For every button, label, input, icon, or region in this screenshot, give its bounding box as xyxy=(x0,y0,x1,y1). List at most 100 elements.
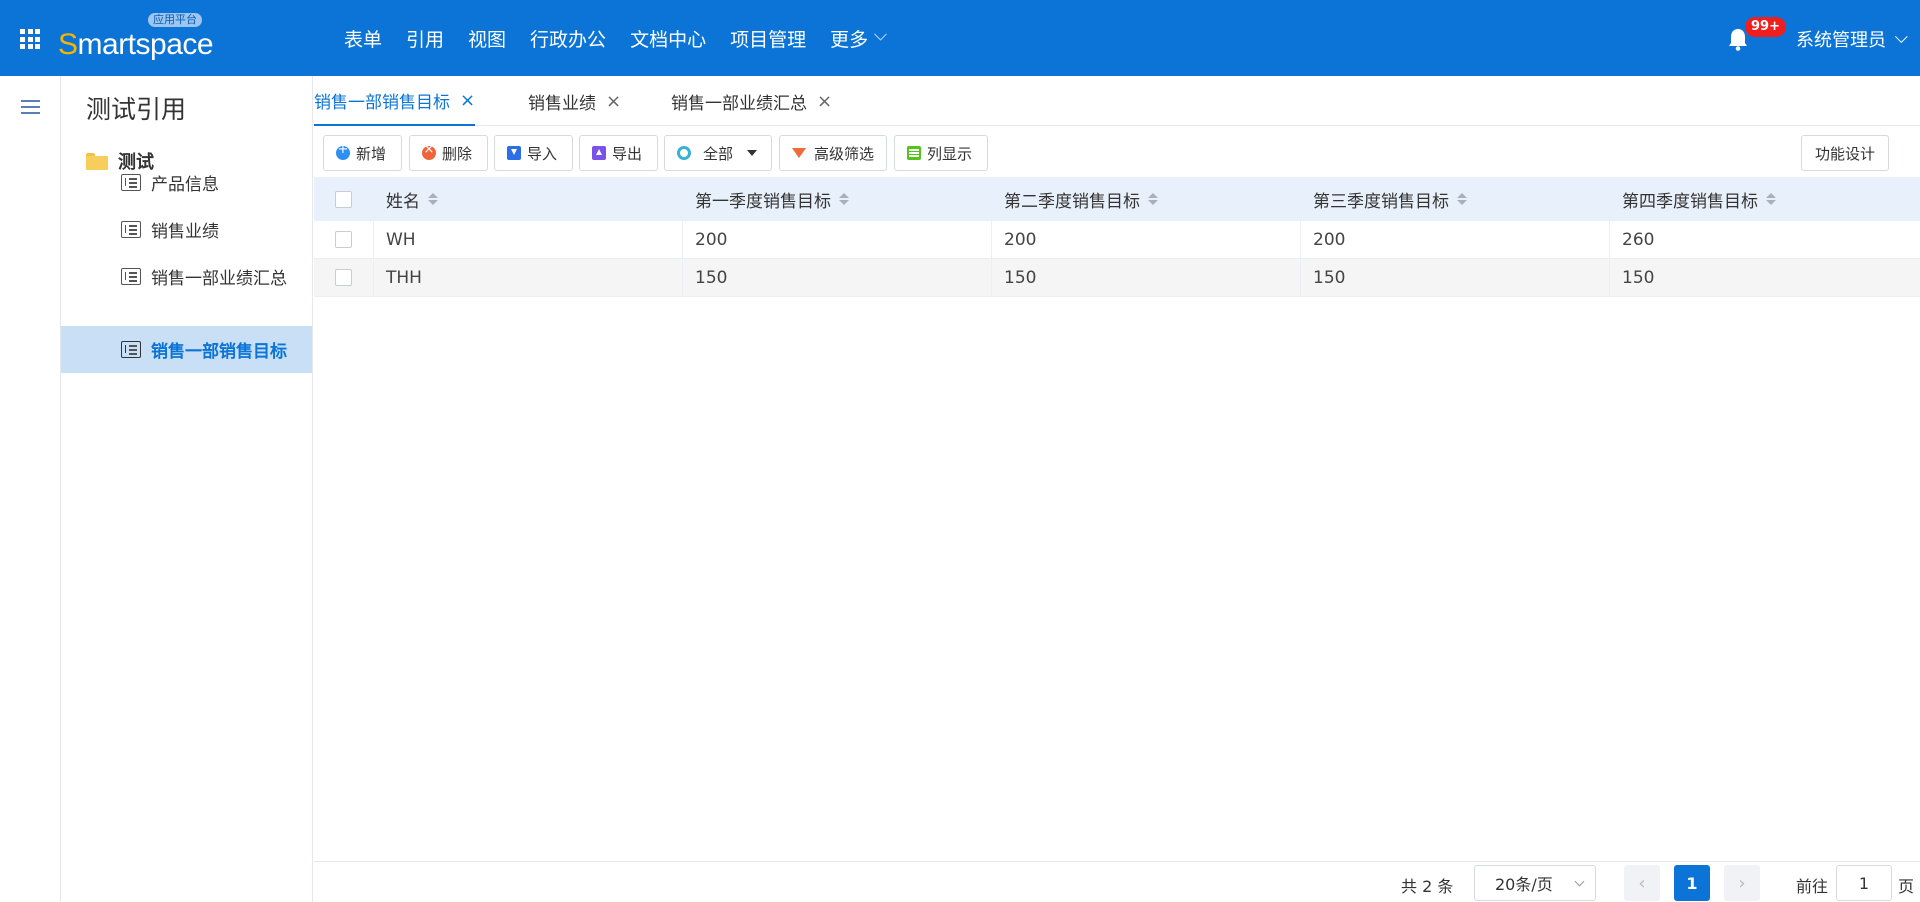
add-button[interactable]: 新增 xyxy=(323,135,402,171)
row-checkbox[interactable] xyxy=(335,231,352,248)
import-label: 导入 xyxy=(527,144,558,163)
sort-icon[interactable] xyxy=(839,193,849,205)
page-size-select[interactable]: 20条/页 xyxy=(1474,865,1596,901)
import-icon xyxy=(507,146,521,160)
all-icon xyxy=(677,146,691,160)
user-menu[interactable]: 系统管理员 xyxy=(1796,26,1908,52)
add-label: 新增 xyxy=(356,144,387,163)
goto-page-input[interactable] xyxy=(1836,865,1892,901)
table-cell: 260 xyxy=(1622,229,1655,250)
delete-button[interactable]: 删除 xyxy=(409,135,488,171)
nav-item-project-management[interactable]: 项目管理 xyxy=(730,25,806,52)
page-number-current[interactable]: 1 xyxy=(1674,865,1710,901)
sort-icon[interactable] xyxy=(428,193,438,205)
sidebar-item-sales-performance[interactable]: 销售业绩 xyxy=(61,206,312,253)
columns-icon xyxy=(907,146,921,160)
table-cell: 150 xyxy=(992,259,1301,296)
total-count: 共 2 条 xyxy=(1401,877,1454,896)
chevron-down-icon xyxy=(1574,876,1585,887)
tab-label: 销售一部销售目标 xyxy=(314,92,450,113)
nav-item-document-center[interactable]: 文档中心 xyxy=(630,25,706,52)
menu-toggle-icon[interactable] xyxy=(21,100,40,118)
sidebar: 测试引用 测试 产品信息 销售业绩 销售一部业绩汇总 销售一部销售目标 xyxy=(61,76,313,902)
nav-item-more[interactable]: 更多 xyxy=(830,25,887,52)
column-header[interactable]: 第二季度销售目标 xyxy=(992,177,1301,221)
table-cell: 150 xyxy=(1622,267,1655,288)
filter-label: 高级筛选 xyxy=(814,144,875,163)
top-bar: Smartspace 应用平台 表单 引用 视图 行政办公 文档中心 项目管理 … xyxy=(0,0,1920,76)
nav-item-reference[interactable]: 引用 xyxy=(406,25,444,52)
chevron-down-icon xyxy=(1894,29,1908,43)
toolbar: 新增 删除 导入 导出 全部 高级筛选 列显示 功能设计 xyxy=(314,126,1920,176)
sidebar-item-label: 销售业绩 xyxy=(151,222,219,242)
tab-dept1-targets[interactable]: 销售一部销售目标 × xyxy=(314,76,476,126)
select-all-cell xyxy=(314,177,374,221)
sidebar-title: 测试引用 xyxy=(86,95,187,124)
sort-icon[interactable] xyxy=(1766,193,1776,205)
list-doc-icon xyxy=(121,341,141,358)
page-size-label: 20条/页 xyxy=(1495,875,1553,894)
table-cell: WH xyxy=(374,221,683,258)
table-cell: THH xyxy=(374,259,683,296)
sort-icon[interactable] xyxy=(1457,193,1467,205)
sidebar-item-label: 销售一部业绩汇总 xyxy=(151,269,287,289)
scope-select[interactable]: 全部 xyxy=(664,135,772,171)
function-design-button[interactable]: 功能设计 xyxy=(1801,135,1889,171)
left-rail xyxy=(0,76,61,902)
next-page-button[interactable]: › xyxy=(1724,865,1760,901)
export-icon xyxy=(592,146,606,160)
goto-label: 前往 xyxy=(1796,877,1829,896)
logo-badge: 应用平台 xyxy=(148,13,202,27)
nav-item-view[interactable]: 视图 xyxy=(468,25,506,52)
close-icon[interactable]: × xyxy=(606,91,621,112)
tab-bar: 销售一部销售目标 × 销售业绩 × 销售一部业绩汇总 × xyxy=(314,76,1920,126)
select-all-checkbox[interactable] xyxy=(335,190,352,208)
column-header[interactable]: 姓名 xyxy=(374,177,683,221)
tab-dept1-summary[interactable]: 销售一部业绩汇总 × xyxy=(671,76,832,126)
list-doc-icon xyxy=(121,174,141,191)
prev-page-button[interactable]: ‹ xyxy=(1624,865,1660,901)
export-button[interactable]: 导出 xyxy=(579,135,658,171)
sidebar-item-dept1-summary[interactable]: 销售一部业绩汇总 xyxy=(61,253,312,300)
notification-badge: 99+ xyxy=(1745,17,1786,37)
row-select-cell xyxy=(314,259,374,296)
list-doc-icon xyxy=(121,268,141,285)
sidebar-item-label: 产品信息 xyxy=(151,175,219,195)
page-suffix: 页 xyxy=(1898,877,1915,896)
close-icon[interactable]: × xyxy=(817,91,832,112)
sidebar-item-product-info[interactable]: 产品信息 xyxy=(61,159,312,206)
nav-item-form[interactable]: 表单 xyxy=(344,25,382,52)
logo[interactable]: Smartspace 应用平台 xyxy=(58,13,214,62)
close-icon[interactable]: × xyxy=(460,90,475,111)
tab-sales-performance[interactable]: 销售业绩 × xyxy=(528,76,621,126)
data-table: 姓名 第一季度销售目标 第二季度销售目标 第三季度销售目标 第四季度销售目标 W… xyxy=(314,177,1920,297)
scope-label: 全部 xyxy=(703,144,734,163)
advanced-filter-button[interactable]: 高级筛选 xyxy=(779,135,887,171)
column-display-button[interactable]: 列显示 xyxy=(894,135,988,171)
table-cell: 200 xyxy=(683,221,992,258)
column-header[interactable]: 第四季度销售目标 xyxy=(1610,177,1920,221)
table-header: 姓名 第一季度销售目标 第二季度销售目标 第三季度销售目标 第四季度销售目标 xyxy=(314,177,1920,221)
pagination: 共 2 条 20条/页 ‹ 1 › 前往 页 xyxy=(314,861,1920,902)
table-row[interactable]: THH 150 150 150 150 xyxy=(314,259,1920,297)
table-row[interactable]: WH 200 200 200 260 xyxy=(314,221,1920,259)
nav-item-admin-office[interactable]: 行政办公 xyxy=(530,25,606,52)
column-header[interactable]: 第三季度销售目标 xyxy=(1301,177,1610,221)
delete-label: 删除 xyxy=(442,144,473,163)
filter-icon xyxy=(792,148,806,158)
main-nav: 表单 引用 视图 行政办公 文档中心 项目管理 更多 xyxy=(344,0,909,76)
row-select-cell xyxy=(314,221,374,258)
column-header[interactable]: 第一季度销售目标 xyxy=(683,177,992,221)
table-cell: 150 xyxy=(683,259,992,296)
columns-label: 列显示 xyxy=(927,144,973,163)
sort-icon[interactable] xyxy=(1148,193,1158,205)
sidebar-item-label: 销售一部销售目标 xyxy=(151,342,287,362)
apps-grid-icon[interactable] xyxy=(20,29,40,49)
logo-text-s: S xyxy=(58,28,78,61)
tab-label: 销售一部业绩汇总 xyxy=(671,93,807,114)
table-cell: 150 xyxy=(1301,259,1610,296)
user-name: 系统管理员 xyxy=(1796,30,1886,51)
row-checkbox[interactable] xyxy=(335,269,352,286)
import-button[interactable]: 导入 xyxy=(494,135,573,171)
sidebar-item-dept1-targets[interactable]: 销售一部销售目标 xyxy=(61,326,312,373)
